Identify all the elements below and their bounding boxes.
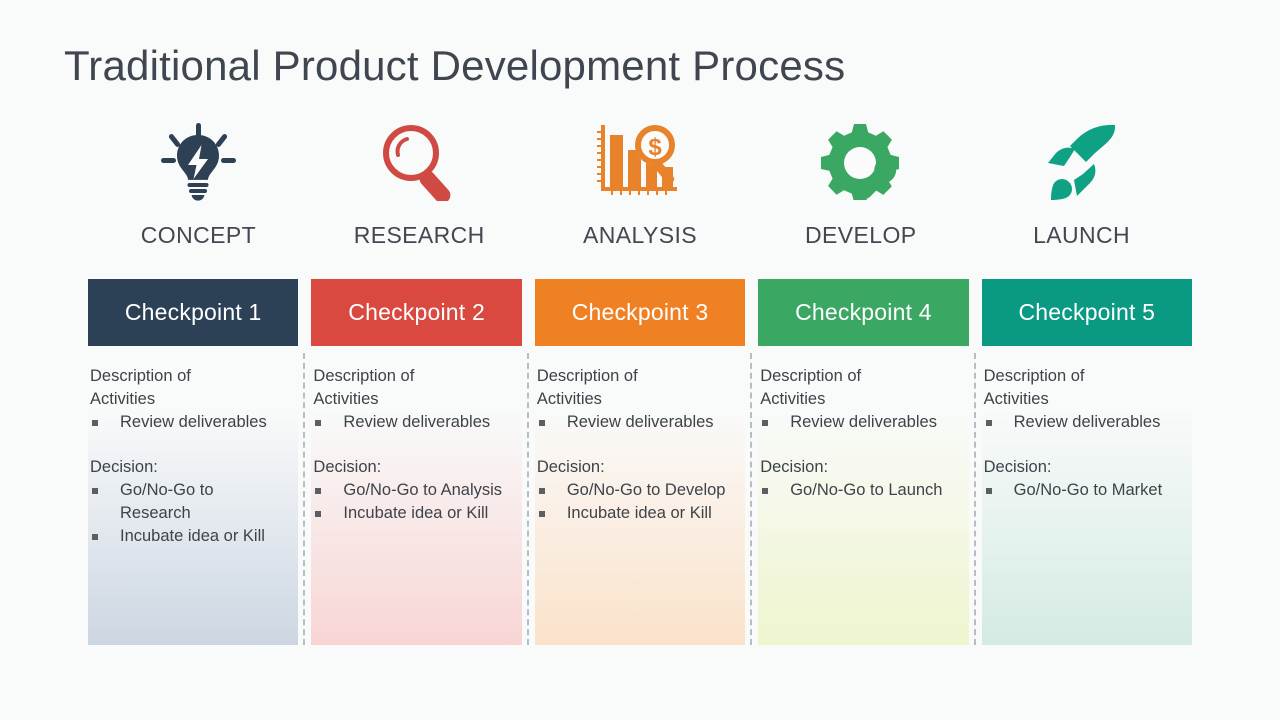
decision-item: Go/No-Go to Research xyxy=(90,479,280,525)
activities-list: Review deliverables xyxy=(313,411,513,434)
page-title: Traditional Product Development Process xyxy=(64,42,846,89)
column-body-3: Description of Activities Review delivera… xyxy=(534,353,753,645)
svg-text:$: $ xyxy=(648,134,662,161)
activities-heading: Description of Activities xyxy=(90,367,191,408)
activity-item: Review deliverables xyxy=(984,411,1174,434)
activity-item: Review deliverables xyxy=(760,411,950,434)
decision-heading: Decision: xyxy=(90,458,158,476)
decision-block: Decision: Go/No-Go to Research Incubate id… xyxy=(90,456,290,548)
activities-list: Review deliverables xyxy=(984,411,1184,434)
stage-label: CONCEPT xyxy=(140,222,257,248)
decision-item: Incubate idea or Kill xyxy=(537,502,727,525)
decision-block: Decision: Go/No-Go to Develop Incubate ide… xyxy=(537,456,737,525)
decision-list: Go/No-Go to Analysis Incubate idea or Kil… xyxy=(313,479,513,525)
decision-item: Incubate idea or Kill xyxy=(90,525,280,548)
stage-research: RESEARCH xyxy=(309,120,530,260)
decision-block: Decision: Go/No-Go to Launch xyxy=(760,456,960,502)
activities-heading: Description of Activities xyxy=(536,367,638,408)
magnifying-glass-icon xyxy=(378,120,460,202)
checkpoint-bar-4[interactable]: Checkpoint 4 xyxy=(758,279,969,346)
column-body-1: Description of Activities Review delivera… xyxy=(88,353,306,645)
activities-heading: Description of Activities xyxy=(760,367,862,408)
activity-item: Review deliverables xyxy=(90,411,280,434)
checkpoint-bar-5[interactable]: Checkpoint 5 xyxy=(981,279,1193,346)
decision-list: Go/No-Go to Research Incubate idea or Kil… xyxy=(90,479,290,548)
stage-develop: DEVELOP xyxy=(750,120,971,260)
checkpoint-label: Checkpoint 1 xyxy=(124,299,262,325)
column-body-5: Description of Activities Review delivera… xyxy=(981,357,1193,645)
decision-list: Go/No-Go to Develop Incubate idea or Kill xyxy=(537,479,737,525)
decision-item: Go/No-Go to Develop xyxy=(537,479,727,502)
checkpoint-label: Checkpoint 5 xyxy=(1018,299,1156,325)
gear-wrench-icon xyxy=(818,120,904,202)
checkpoint-bar-3[interactable]: Checkpoint 3 xyxy=(534,279,746,346)
decision-item: Go/No-Go to Market xyxy=(984,479,1174,502)
checkpoint-bar-2[interactable]: Checkpoint 2 xyxy=(311,279,522,346)
columns-row: Description of Activities Review delivera… xyxy=(88,353,1193,645)
decision-block: Decision: Go/No-Go to Analysis Incubate id… xyxy=(313,456,513,525)
checkpoint-label: Checkpoint 4 xyxy=(795,299,932,325)
activity-item: Review deliverables xyxy=(313,411,503,434)
stage-label: DEVELOP xyxy=(805,222,917,248)
decision-list: Go/No-Go to Launch xyxy=(760,479,960,502)
activities-heading: Description of Activities xyxy=(983,367,1085,408)
checkpoint-bar-1[interactable]: Checkpoint 1 xyxy=(88,279,299,346)
stage-label: LAUNCH xyxy=(1033,222,1131,248)
activities-heading: Description of Activities xyxy=(313,367,415,408)
stage-launch: LAUNCH xyxy=(971,120,1192,260)
decision-heading: Decision: xyxy=(536,458,605,476)
activities-list: Review deliverables xyxy=(537,411,737,434)
decision-heading: Decision: xyxy=(760,458,829,476)
decision-block: Decision: Go/No-Go to Market xyxy=(984,456,1184,502)
checkpoint-row: Checkpoint 1 Checkpoint 2 Checkpoint 3 Chec… xyxy=(88,279,1193,346)
decision-item: Go/No-Go to Analysis xyxy=(313,479,503,502)
checkpoint-label: Checkpoint 3 xyxy=(571,299,709,325)
slide-canvas: Traditional Product Development Process … xyxy=(0,0,1280,720)
activities-list: Review deliverables xyxy=(90,411,290,434)
lightbulb-idea-icon xyxy=(160,120,237,202)
decision-heading: Decision: xyxy=(313,458,382,476)
stage-label: ANALYSIS xyxy=(582,222,697,248)
activities-list: Review deliverables xyxy=(760,411,960,434)
stage-analysis: $ ANALYSIS xyxy=(530,120,751,260)
decision-item: Go/No-Go to Launch xyxy=(760,479,950,502)
decision-list: Go/No-Go to Market xyxy=(984,479,1184,502)
column-body-2: Description of Activities Review delivera… xyxy=(311,353,530,645)
stage-label: RESEARCH xyxy=(353,222,485,248)
activity-item: Review deliverables xyxy=(537,411,727,434)
rocket-icon xyxy=(1043,120,1121,202)
decision-heading: Decision: xyxy=(983,458,1052,476)
bar-chart-dollar-icon: $ xyxy=(596,120,683,202)
decision-item: Incubate idea or Kill xyxy=(313,502,503,525)
stage-row: CONCEPT RESEARCH $ ANALYSIS DEVELOP LAUN… xyxy=(88,120,1192,260)
checkpoint-label: Checkpoint 2 xyxy=(348,299,485,325)
stage-concept: CONCEPT xyxy=(88,120,309,260)
column-body-4: Description of Activities Review delivera… xyxy=(758,353,977,645)
